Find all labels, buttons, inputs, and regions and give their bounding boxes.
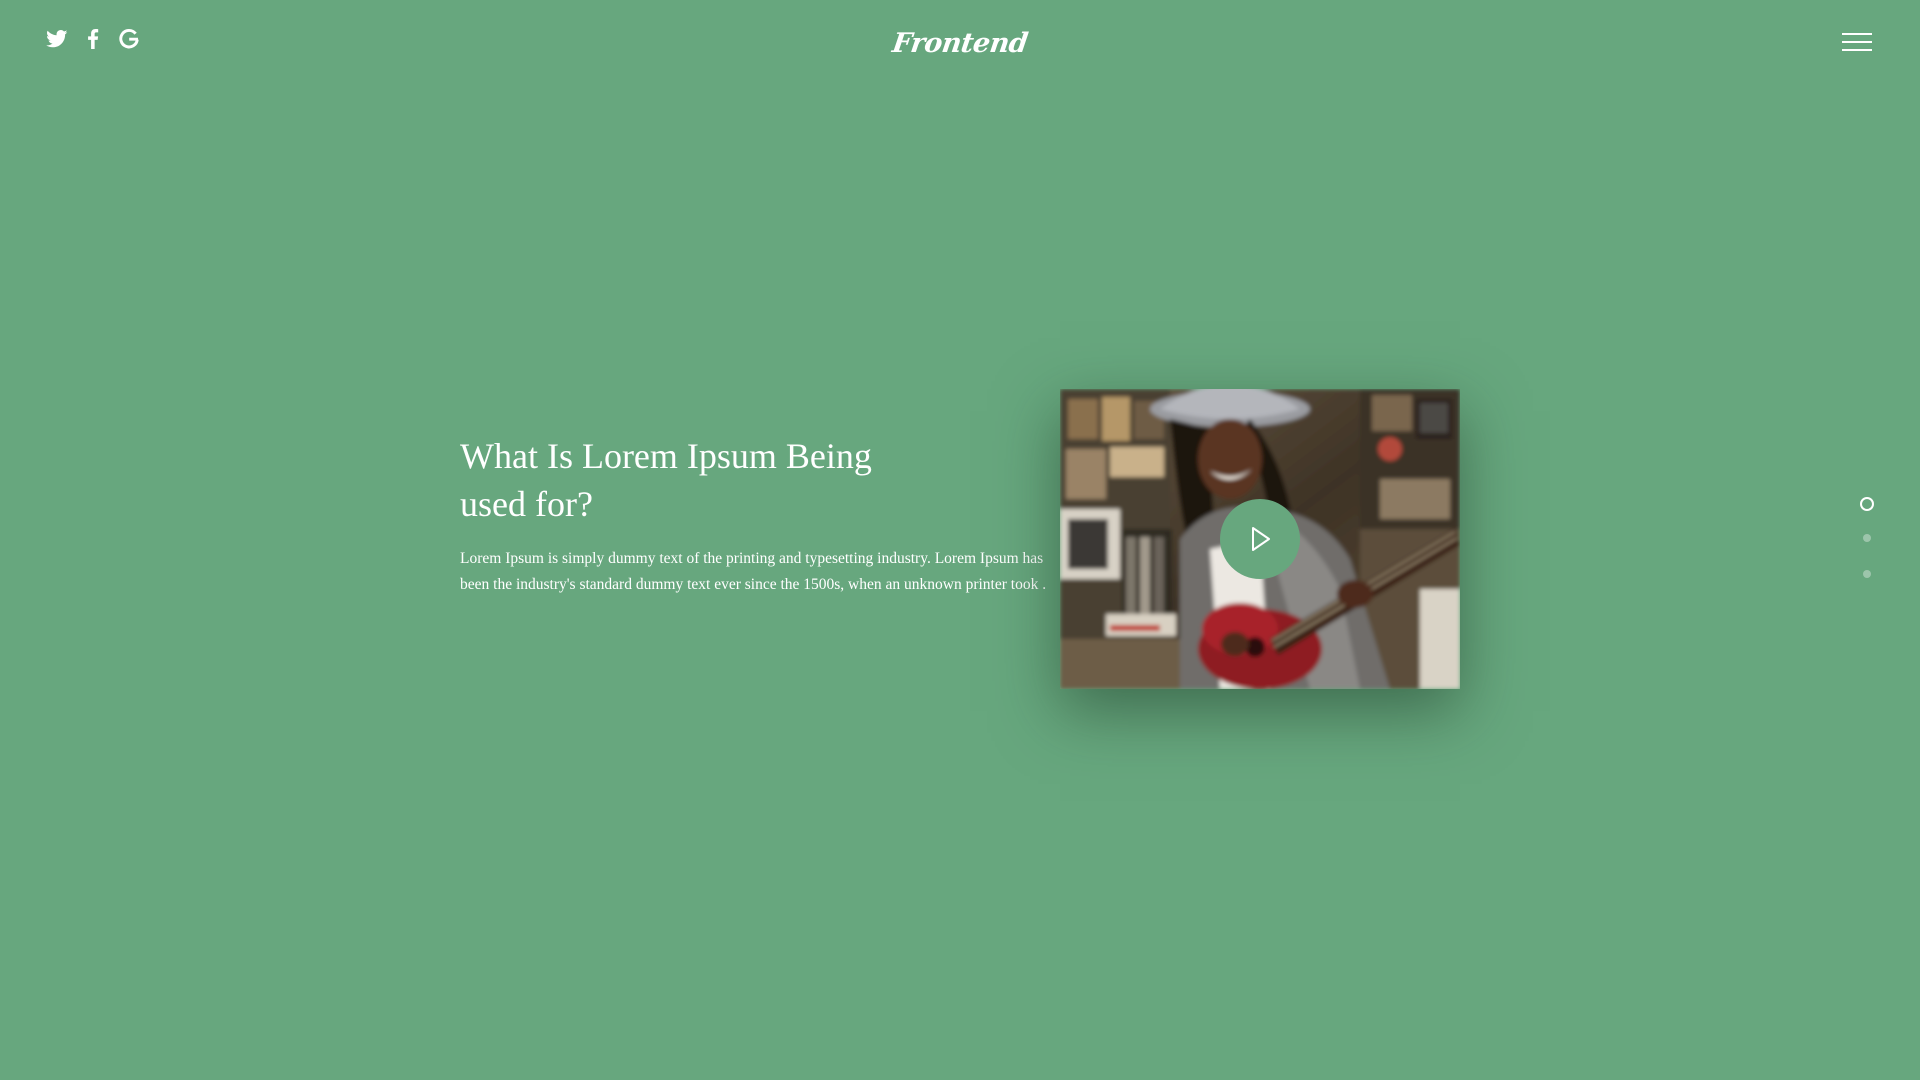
hero-description: Lorem Ipsum is simply dummy text of the … <box>460 550 1047 593</box>
site-logo[interactable]: Frontend <box>890 18 1029 68</box>
facebook-icon[interactable] <box>82 28 104 50</box>
social-links <box>46 28 140 50</box>
play-button[interactable] <box>1220 499 1300 579</box>
menu-line <box>1842 41 1872 43</box>
slide-dot-2[interactable] <box>1863 534 1871 542</box>
hamburger-menu-icon[interactable] <box>1842 33 1872 55</box>
hero-title: What Is Lorem Ipsum Being used for? <box>460 436 872 524</box>
slide-dot-1[interactable] <box>1860 497 1874 511</box>
video-thumbnail[interactable] <box>1060 389 1460 689</box>
google-icon[interactable] <box>118 28 140 50</box>
menu-line <box>1842 49 1872 51</box>
site-header: Frontend <box>0 0 1920 84</box>
slide-dot-3[interactable] <box>1863 570 1871 578</box>
play-icon <box>1252 527 1270 551</box>
hero-text-block: What Is Lorem Ipsum Being used for? Lore… <box>460 432 1050 598</box>
twitter-icon[interactable] <box>46 28 68 50</box>
menu-line <box>1842 33 1872 35</box>
